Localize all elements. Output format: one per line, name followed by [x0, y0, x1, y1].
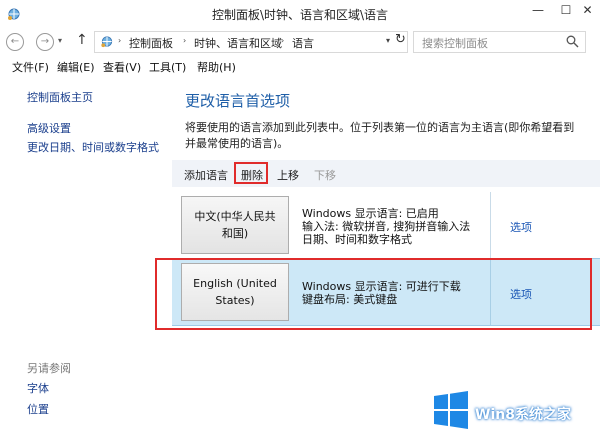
windows-logo-icon [434, 391, 468, 429]
menu-bar: 文件(F) 编辑(E) 查看(V) 工具(T) 帮助(H) [0, 57, 600, 75]
watermark-text: Win8系统之家 [475, 407, 571, 423]
advanced-settings-link[interactable]: 高级设置 [27, 120, 71, 136]
change-date-time-format-link[interactable]: 更改日期、时间或数字格式 [27, 139, 159, 155]
menu-tools[interactable]: 工具(T) [149, 59, 186, 75]
close-button[interactable]: ✕ [575, 0, 600, 22]
address-bar[interactable]: › 控制面板 › 时钟、语言和区域 › 语言 [94, 31, 408, 53]
minimize-button[interactable]: — [524, 0, 552, 22]
forward-button[interactable]: → [36, 33, 54, 51]
language-row-chinese[interactable]: 中文(中华人民共 和国) Windows 显示语言: 已启用 输入法: 微软拼音… [172, 192, 600, 258]
delete-highlight-box [234, 162, 268, 184]
search-icon[interactable] [566, 35, 579, 48]
language-input-methods: 输入法: 微软拼音, 搜狗拼音输入法 [302, 220, 471, 233]
language-options-link[interactable]: 选项 [510, 219, 532, 235]
language-name-line: 中文(中华人民共 [194, 210, 276, 223]
window-title: 控制面板\时钟、语言和区域\语言 [211, 8, 389, 22]
up-button[interactable]: ↑ [76, 32, 88, 48]
add-language-button[interactable]: 添加语言 [184, 167, 228, 183]
left-pane: 控制面板主页 高级设置 更改日期、时间或数字格式 另请参阅 字体 位置 [0, 76, 168, 437]
see-also-heading: 另请参阅 [27, 362, 71, 375]
chevron-right-icon: › [118, 36, 122, 45]
breadcrumb-clock-language-region[interactable]: 时钟、语言和区域 [194, 35, 282, 51]
search-placeholder: 搜索控制面板 [422, 37, 488, 50]
page-title: 更改语言首选项 [185, 92, 291, 110]
menu-edit[interactable]: 编辑(E) [57, 59, 95, 75]
menu-view[interactable]: 查看(V) [103, 59, 141, 75]
language-display-status: Windows 显示语言: 已启用 [302, 207, 439, 220]
chevron-right-icon: › [281, 36, 285, 45]
search-input[interactable]: 搜索控制面板 [413, 31, 586, 53]
control-panel-home-link[interactable]: 控制面板主页 [27, 89, 93, 105]
control-panel-icon [101, 36, 113, 48]
language-name-line: 和国) [221, 227, 249, 240]
page-description: 将要使用的语言添加到此列表中。位于列表第一位的语言为主语言(即你希望看到并最常使… [185, 121, 575, 150]
menu-file[interactable]: 文件(F) [12, 59, 49, 75]
breadcrumb-control-panel[interactable]: 控制面板 [129, 35, 173, 51]
refresh-button[interactable]: ↻ [395, 32, 406, 47]
breadcrumb-language[interactable]: 语言 [292, 35, 314, 51]
move-up-button[interactable]: 上移 [277, 167, 299, 183]
chevron-right-icon: › [183, 36, 187, 45]
move-down-button[interactable]: 下移 [314, 167, 336, 183]
language-name-button[interactable]: 中文(中华人民共 和国) [181, 196, 289, 254]
language-formats: 日期、时间和数字格式 [302, 233, 412, 246]
fonts-link[interactable]: 字体 [27, 380, 49, 396]
english-row-highlight-box [155, 258, 592, 330]
menu-help[interactable]: 帮助(H) [197, 59, 236, 75]
recent-pages-dropdown-icon[interactable]: ▾ [58, 36, 62, 45]
watermark: Win8系统之家 [432, 382, 600, 437]
address-dropdown-icon[interactable]: ▾ [386, 36, 390, 45]
navigation-bar: ← → ▾ ↑ › 控制面板 › 时钟、语言和区域 › 语言 ▾ ↻ 搜索控制面… [0, 28, 600, 56]
title-bar: 控制面板\时钟、语言和区域\语言 — ☐ ✕ [0, 0, 600, 27]
back-button[interactable]: ← [6, 33, 24, 51]
location-link[interactable]: 位置 [27, 401, 49, 417]
column-divider [490, 192, 491, 258]
